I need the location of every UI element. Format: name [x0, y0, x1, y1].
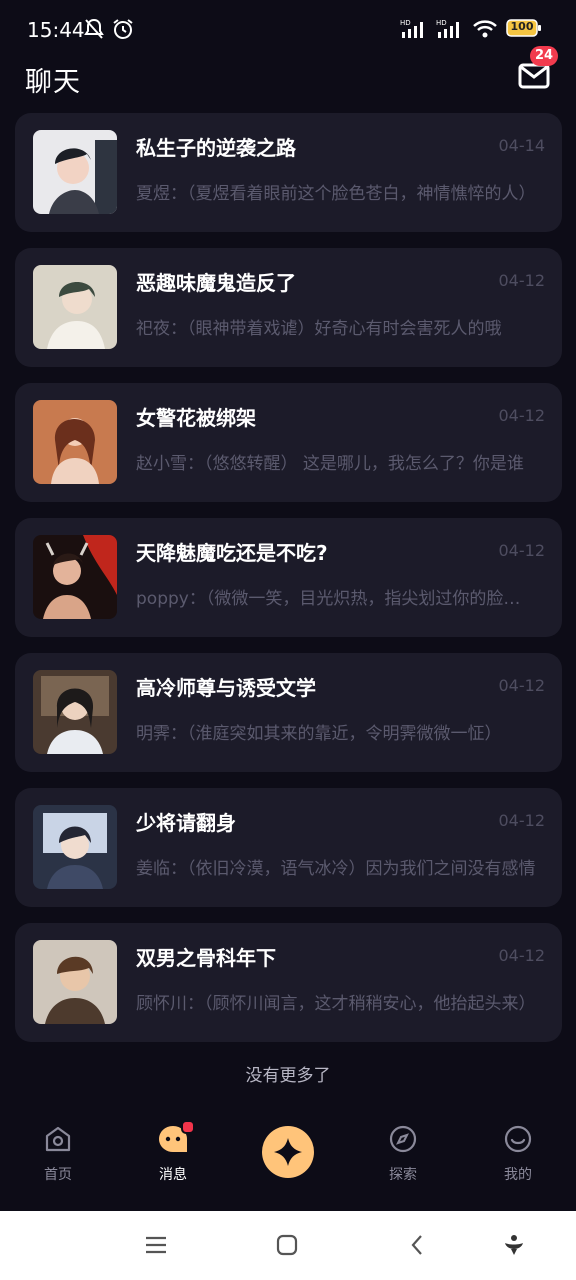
svg-text:HD: HD [436, 19, 447, 27]
chat-preview: 祀夜：（眼神带着戏谑）好奇心有时会害死人的哦 [136, 319, 502, 339]
alarm-icon [112, 18, 134, 40]
chat-preview: 顾怀川：（顾怀川闻言，这才稍稍安心，他抬起头来） [136, 994, 536, 1014]
chat-item[interactable]: 双男之骨科年下 04-12 顾怀川：（顾怀川闻言，这才稍稍安心，他抬起头来） [15, 923, 562, 1042]
tab-label: 首页 [44, 1167, 72, 1183]
tab-messages[interactable]: 消息 [133, 1120, 213, 1184]
battery-level: 100 [510, 20, 534, 33]
svg-text:HD: HD [400, 19, 411, 27]
mail-button[interactable]: 24 [518, 46, 558, 94]
chat-title: 天降魅魔吃还是不吃? [136, 541, 328, 565]
avatar [33, 535, 117, 619]
chat-item[interactable]: 恶趣味魔鬼造反了 04-12 祀夜：（眼神带着戏谑）好奇心有时会害死人的哦 [15, 248, 562, 367]
chat-title: 恶趣味魔鬼造反了 [136, 271, 296, 295]
back-icon[interactable] [406, 1233, 430, 1261]
chat-item[interactable]: 高冷师尊与诱受文学 04-12 明霁：（淮庭突如其来的靠近，令明霁微微一怔） [15, 653, 562, 772]
chat-date: 04-12 [498, 676, 546, 695]
page-title: 聊天 [25, 67, 81, 98]
signal-icon: HD [400, 18, 428, 38]
assistant-icon[interactable] [502, 1233, 526, 1261]
tab-label: 消息 [159, 1167, 187, 1183]
chat-title: 高冷师尊与诱受文学 [136, 676, 316, 700]
chat-item[interactable]: 少将请翻身 04-12 姜临：（依旧冷漠，语气冰冷）因为我们之间没有感情 [15, 788, 562, 907]
chat-preview: poppy：（微微一笑，目光炽热，指尖划过你的脸庞） [136, 589, 536, 609]
tab-explore[interactable]: 探索 [363, 1124, 443, 1184]
chat-preview: 赵小雪：（悠悠转醒） 这是哪儿，我怎么了？你是谁 [136, 454, 524, 474]
chat-item[interactable]: 天降魅魔吃还是不吃? 04-12 poppy：（微微一笑，目光炽热，指尖划过你的… [15, 518, 562, 637]
battery-icon: 100 [506, 19, 542, 37]
mail-unread-badge: 24 [530, 46, 558, 66]
chat-item[interactable]: 私生子的逆袭之路 04-14 夏煜：（夏煜看着眼前这个脸色苍白，神情憔悴的人） [15, 113, 562, 232]
chat-title: 私生子的逆袭之路 [136, 136, 296, 160]
chat-title: 女警花被绑架 [136, 406, 256, 430]
avatar [33, 940, 117, 1024]
end-of-list-text: 没有更多了 [245, 1066, 331, 1086]
status-bar: 15:44 HD HD 100 [0, 0, 576, 60]
avatar [33, 400, 117, 484]
chat-item[interactable]: 女警花被绑架 04-12 赵小雪：（悠悠转醒） 这是哪儿，我怎么了？你是谁 [15, 383, 562, 502]
chat-date: 04-12 [498, 541, 546, 560]
sparkle-icon [262, 1138, 314, 1182]
avatar [33, 130, 117, 214]
smile-icon [503, 1125, 533, 1158]
chat-date: 04-12 [498, 946, 546, 965]
status-time: 15:44 [27, 18, 85, 42]
chat-list: 私生子的逆袭之路 04-14 夏煜：（夏煜看着眼前这个脸色苍白，神情憔悴的人） … [15, 113, 562, 1058]
chat-date: 04-12 [498, 811, 546, 830]
signal-icon: HD [436, 18, 464, 38]
tab-home[interactable]: 首页 [18, 1124, 98, 1184]
wifi-icon [472, 18, 498, 38]
system-navigation-bar [0, 1211, 576, 1280]
message-icon [157, 1120, 195, 1158]
avatar [33, 670, 117, 754]
mute-bell-icon [84, 18, 104, 40]
avatar [33, 805, 117, 889]
tab-profile[interactable]: 我的 [478, 1124, 558, 1184]
chat-date: 04-12 [498, 406, 546, 425]
chat-preview: 姜临：（依旧冷漠，语气冰冷）因为我们之间没有感情 [136, 859, 536, 879]
chat-date: 04-12 [498, 271, 546, 290]
chat-date: 04-14 [498, 136, 546, 155]
tab-label: 我的 [504, 1167, 532, 1183]
home-icon [43, 1126, 73, 1158]
home-square-icon[interactable] [275, 1233, 299, 1261]
menu-icon[interactable] [144, 1233, 168, 1261]
compass-icon [388, 1125, 418, 1158]
header: 聊天 24 [0, 46, 576, 100]
chat-preview: 夏煜：（夏煜看着眼前这个脸色苍白，神情憔悴的人） [136, 184, 536, 204]
tab-label: 探索 [389, 1167, 417, 1183]
unread-dot [181, 1120, 195, 1134]
chat-title: 少将请翻身 [136, 811, 236, 835]
mail-icon [518, 63, 550, 94]
create-button[interactable] [262, 1126, 314, 1178]
avatar [33, 265, 117, 349]
chat-preview: 明霁：（淮庭突如其来的靠近，令明霁微微一怔） [136, 724, 502, 744]
chat-title: 双男之骨科年下 [136, 946, 276, 970]
